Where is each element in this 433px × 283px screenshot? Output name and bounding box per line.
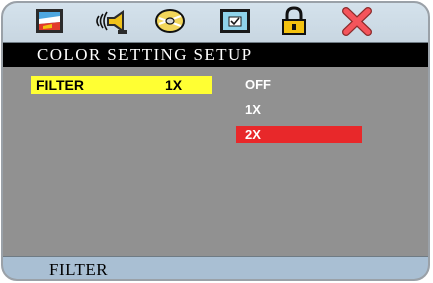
- disc-icon[interactable]: [151, 5, 191, 38]
- option-label: 2X: [245, 127, 261, 142]
- option-2x[interactable]: 2X: [236, 126, 362, 143]
- option-1x[interactable]: 1X: [236, 101, 362, 118]
- option-label: OFF: [245, 77, 271, 92]
- lock-icon[interactable]: [274, 5, 314, 38]
- toolbar: [3, 3, 428, 43]
- filter-setting-row[interactable]: FILTER 1X: [31, 76, 212, 94]
- status-bar: FILTER: [3, 256, 428, 279]
- menu-title-bar: COLOR SETTING SETUP: [3, 43, 428, 67]
- osd-menu: COLOR SETTING SETUP FILTER 1X OFF 1X 2X …: [1, 1, 430, 281]
- picture-icon[interactable]: [29, 5, 69, 38]
- audio-icon[interactable]: [91, 5, 131, 38]
- display-icon[interactable]: [215, 5, 255, 38]
- close-icon[interactable]: [337, 5, 377, 38]
- filter-label: FILTER: [36, 77, 84, 93]
- option-label: 1X: [245, 102, 261, 117]
- filter-current-value: 1X: [165, 77, 183, 93]
- menu-content: FILTER 1X OFF 1X 2X: [3, 67, 428, 256]
- status-text: FILTER: [49, 260, 109, 279]
- option-off[interactable]: OFF: [236, 76, 362, 93]
- menu-title: COLOR SETTING SETUP: [37, 45, 253, 64]
